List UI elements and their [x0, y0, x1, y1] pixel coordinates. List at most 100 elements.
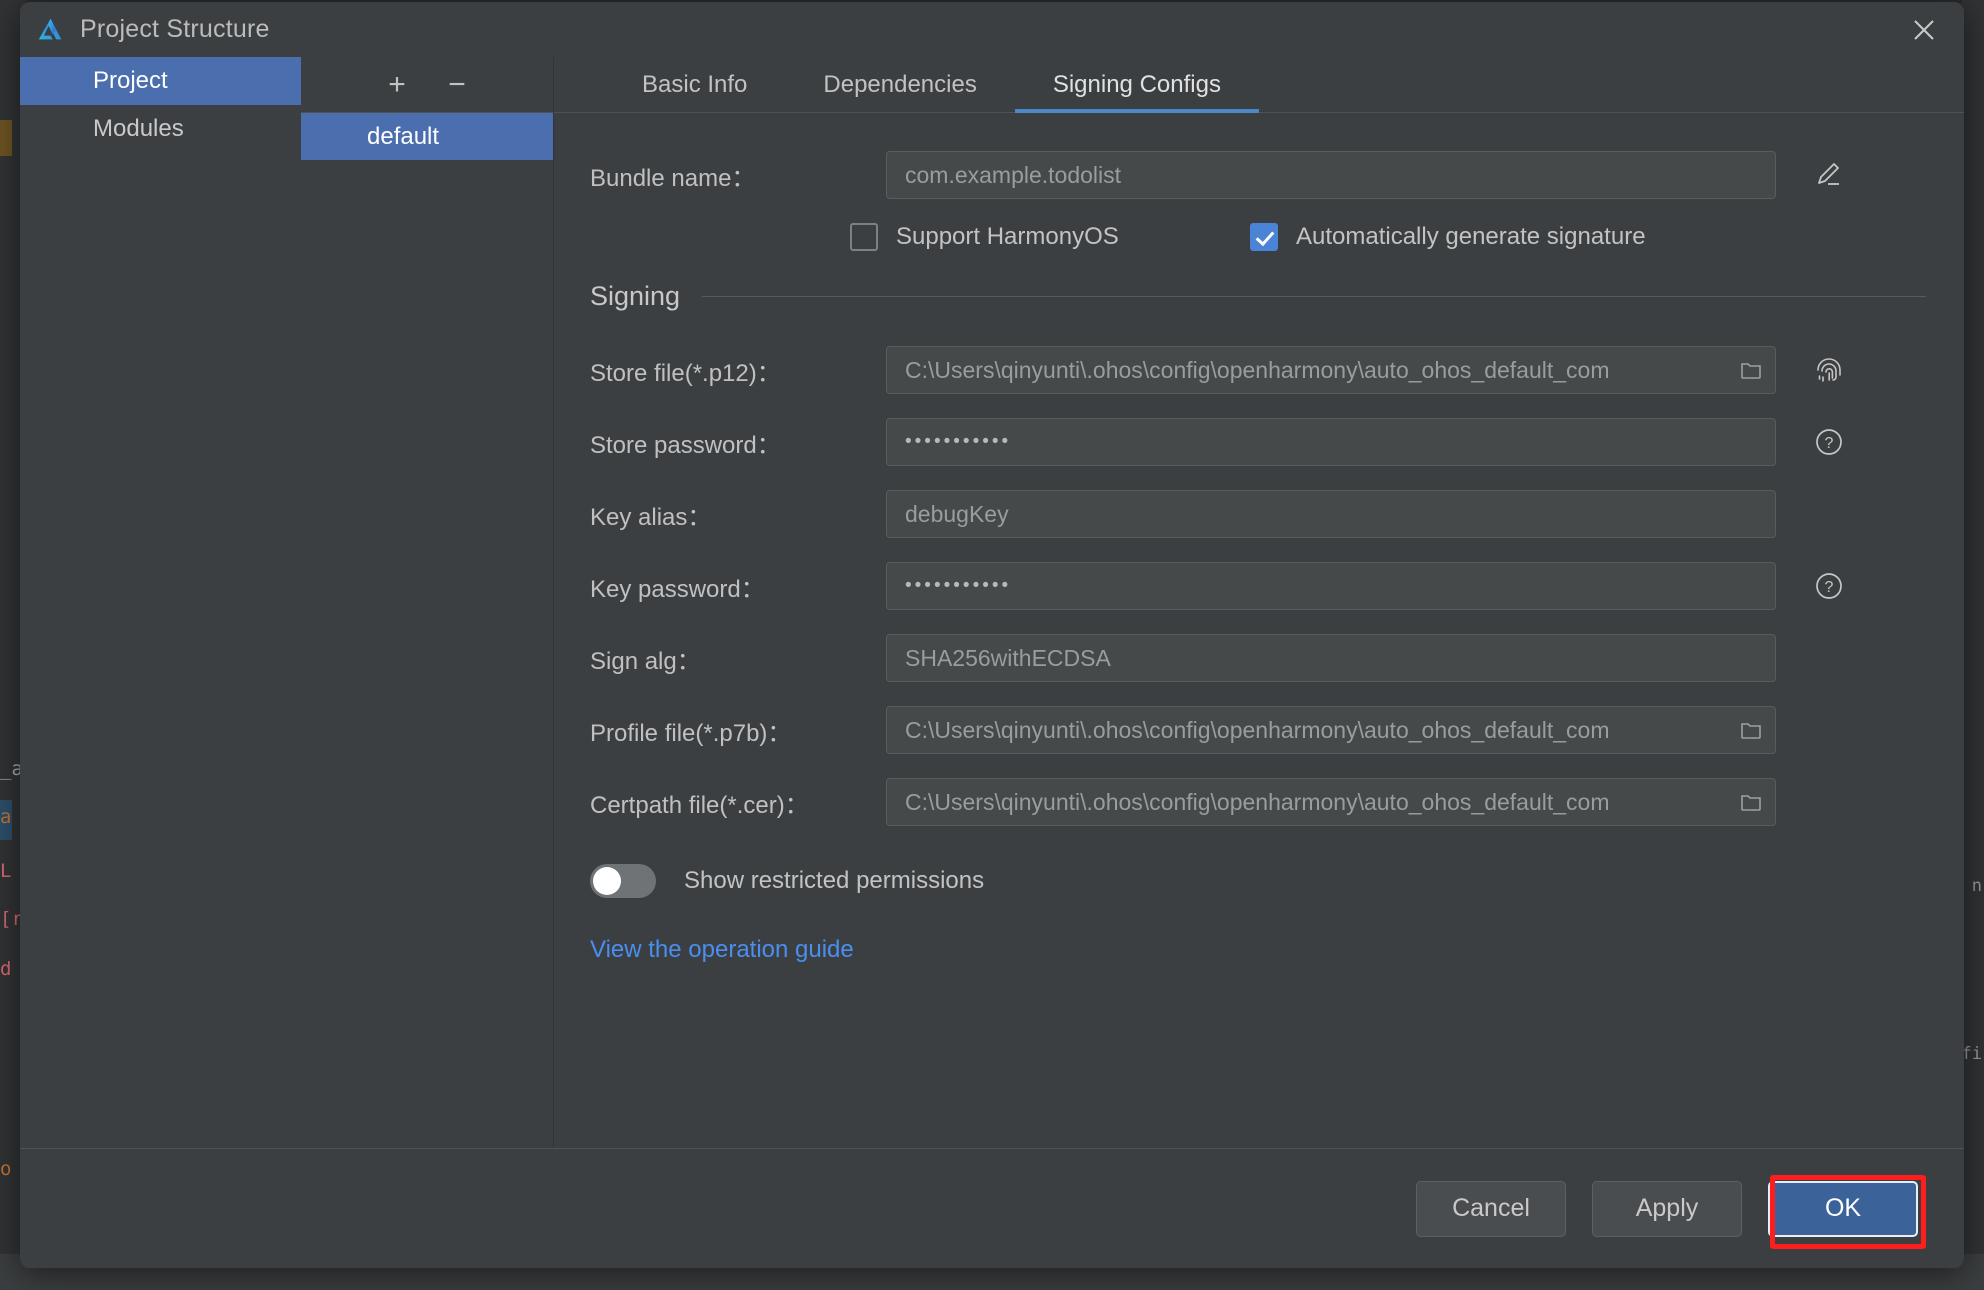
tab-label: Basic Info	[642, 70, 748, 98]
store-file-label: Store file(*.p12)：	[590, 359, 781, 387]
right-tool-strip	[1962, 0, 1984, 1290]
sidebar-item-label: Modules	[93, 115, 184, 142]
tab-dependencies[interactable]: Dependencies	[785, 57, 1014, 112]
signing-configs-list-panel: + − default	[301, 57, 554, 1148]
sidebar: Project Modules	[20, 57, 301, 1148]
configs-toolbar: + −	[301, 57, 553, 113]
operation-guide-row: View the operation guide	[554, 936, 1964, 964]
page-title: Project Structure	[80, 15, 270, 43]
signing-section-divider	[702, 296, 1926, 297]
background-code-line: a	[0, 806, 12, 828]
folder-icon[interactable]	[1739, 790, 1763, 814]
key-password-row: Key password： ••••••••••• ?	[554, 562, 1964, 610]
key-alias-label: Key alias：	[590, 503, 712, 531]
key-alias-row: Key alias： debugKey	[554, 490, 1964, 538]
help-icon[interactable]: ?	[1806, 563, 1852, 609]
store-password-value: •••••••••••	[905, 431, 1012, 452]
svg-text:?: ?	[1825, 579, 1834, 596]
apply-button-label: Apply	[1635, 1194, 1699, 1222]
sign-alg-input[interactable]: SHA256withECDSA	[886, 634, 1776, 682]
tab-basic-info[interactable]: Basic Info	[604, 57, 785, 112]
auto-generate-signature-checkbox[interactable]: Automatically generate signature	[1250, 223, 1646, 251]
dialog-footer: Cancel Apply OK	[20, 1148, 1964, 1268]
background-code-line: o	[0, 1158, 12, 1180]
dialog-body: Project Modules + − default Basic Info D…	[20, 57, 1964, 1148]
profile-file-label: Profile file(*.p7b)：	[590, 719, 792, 747]
key-alias-input[interactable]: debugKey	[886, 490, 1776, 538]
folder-icon[interactable]	[1739, 718, 1763, 742]
ok-button-label: OK	[1824, 1194, 1862, 1222]
svg-text:?: ?	[1825, 435, 1834, 452]
key-alias-value: debugKey	[905, 500, 1009, 527]
right-strip-label: n	[1971, 876, 1982, 896]
support-harmonyos-checkbox-box[interactable]	[850, 223, 878, 251]
background-code-line: d	[0, 958, 12, 980]
certpath-file-value: C:\Users\qinyunti\.ohos\config\openharmo…	[905, 788, 1610, 815]
bundle-name-input[interactable]: com.example.todolist	[886, 151, 1776, 199]
profile-file-row: Profile file(*.p7b)： C:\Users\qinyunti\.…	[554, 706, 1964, 754]
show-restricted-permissions-toggle[interactable]	[590, 864, 656, 898]
show-restricted-permissions-row: Show restricted permissions	[554, 864, 1964, 898]
background-code-line: L	[0, 860, 12, 882]
ok-button[interactable]: OK	[1768, 1180, 1918, 1237]
fingerprint-icon[interactable]	[1806, 347, 1852, 393]
tab-bar: Basic Info Dependencies Signing Configs	[554, 57, 1964, 113]
tab-signing-configs[interactable]: Signing Configs	[1014, 57, 1260, 113]
signing-section-title: Signing	[590, 281, 681, 311]
sign-alg-value: SHA256withECDSA	[905, 644, 1111, 671]
content-panel: Basic Info Dependencies Signing Configs …	[554, 57, 1964, 1148]
store-password-input[interactable]: •••••••••••	[886, 418, 1776, 466]
apply-button[interactable]: Apply	[1592, 1180, 1742, 1237]
signing-configs-form: Bundle name： com.example.todolist Suppor…	[554, 113, 1964, 1148]
profile-file-value: C:\Users\qinyunti\.ohos\config\openharmo…	[905, 716, 1610, 743]
config-list-item-default[interactable]: default	[301, 113, 553, 160]
folder-icon[interactable]	[1739, 358, 1763, 382]
help-glyph: ?	[1816, 429, 1842, 455]
dialog-titlebar: Project Structure	[20, 2, 1964, 57]
pencil-icon[interactable]	[1806, 152, 1852, 198]
project-structure-dialog: Project Structure Project Modules + − de…	[20, 2, 1964, 1268]
certpath-file-row: Certpath file(*.cer)： C:\Users\qinyunti\…	[554, 778, 1964, 826]
key-password-value: •••••••••••	[905, 575, 1012, 596]
sidebar-item-modules[interactable]: Modules	[20, 105, 301, 153]
support-harmonyos-label: Support HarmonyOS	[896, 223, 1119, 250]
remove-config-button[interactable]: −	[442, 69, 472, 100]
store-password-label: Store password：	[590, 431, 781, 459]
gutter-marker-orange	[0, 120, 12, 156]
cancel-button[interactable]: Cancel	[1416, 1180, 1566, 1237]
auto-generate-signature-label: Automatically generate signature	[1296, 223, 1646, 250]
support-harmonyos-checkbox[interactable]: Support HarmonyOS	[850, 223, 1250, 251]
signature-options-row: Support HarmonyOS Automatically generate…	[554, 223, 1964, 251]
sign-alg-row: Sign alg： SHA256withECDSA	[554, 634, 1964, 682]
right-strip-label: fi	[1961, 1044, 1982, 1064]
tab-label: Signing Configs	[1052, 70, 1221, 98]
key-password-input[interactable]: •••••••••••	[886, 562, 1776, 610]
certpath-file-input[interactable]: C:\Users\qinyunti\.ohos\config\openharmo…	[886, 778, 1776, 826]
fingerprint-glyph	[1817, 358, 1841, 382]
help-glyph: ?	[1816, 573, 1842, 599]
help-icon[interactable]: ?	[1806, 419, 1852, 465]
sidebar-item-label: Project	[93, 67, 168, 94]
key-password-label: Key password：	[590, 575, 765, 603]
store-file-value: C:\Users\qinyunti\.ohos\config\openharmo…	[905, 356, 1610, 383]
profile-file-input[interactable]: C:\Users\qinyunti\.ohos\config\openharmo…	[886, 706, 1776, 754]
add-config-button[interactable]: +	[382, 69, 412, 100]
sidebar-item-project[interactable]: Project	[20, 57, 301, 105]
config-list-item-label: default	[367, 123, 440, 150]
store-file-input[interactable]: C:\Users\qinyunti\.ohos\config\openharmo…	[886, 346, 1776, 394]
close-glyph	[1914, 20, 1934, 40]
signing-section-header: Signing	[554, 281, 1964, 312]
deveco-studio-logo-icon	[38, 18, 62, 39]
operation-guide-link[interactable]: View the operation guide	[590, 936, 854, 963]
auto-generate-signature-checkbox-box[interactable]	[1250, 223, 1278, 251]
close-icon[interactable]	[1902, 8, 1946, 52]
bundle-name-value: com.example.todolist	[905, 161, 1122, 188]
store-file-row: Store file(*.p12)： C:\Users\qinyunti\.oh…	[554, 346, 1964, 394]
bundle-name-label: Bundle name：	[590, 164, 756, 192]
sign-alg-label: Sign alg：	[590, 647, 701, 675]
store-password-row: Store password： ••••••••••• ?	[554, 418, 1964, 466]
cancel-button-label: Cancel	[1452, 1194, 1530, 1222]
bundle-name-row: Bundle name： com.example.todolist	[554, 151, 1964, 199]
tab-label: Dependencies	[823, 70, 977, 98]
certpath-file-label: Certpath file(*.cer)：	[590, 791, 809, 819]
